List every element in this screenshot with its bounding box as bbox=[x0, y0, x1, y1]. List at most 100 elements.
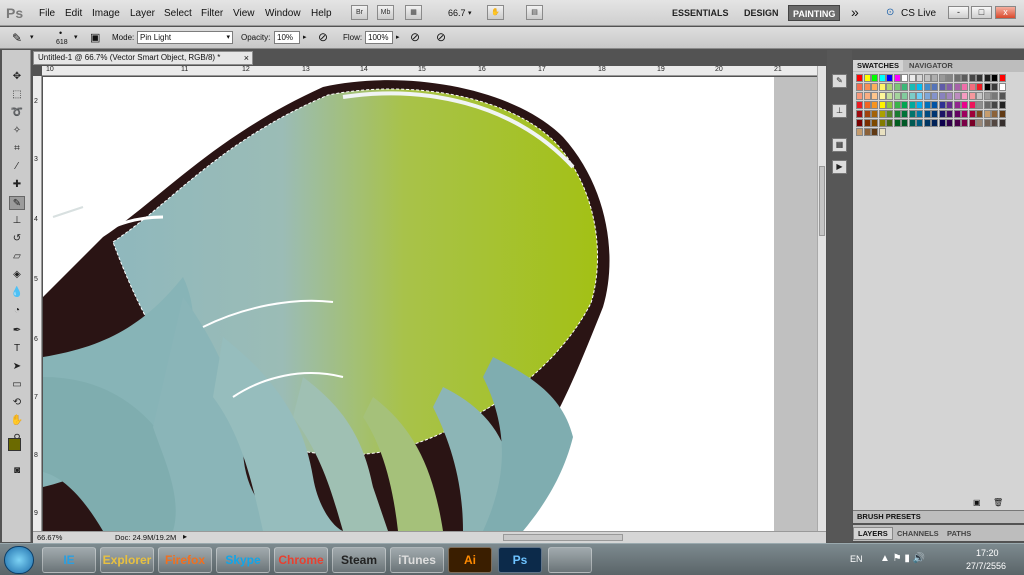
color-swatch[interactable] bbox=[878, 92, 886, 100]
color-swatch[interactable] bbox=[946, 110, 953, 118]
rectangle-tool-icon[interactable]: ▭ bbox=[9, 378, 25, 392]
color-swatch[interactable] bbox=[871, 74, 878, 82]
menu-select[interactable]: Select bbox=[164, 8, 192, 19]
minimize-button[interactable]: - bbox=[948, 6, 969, 19]
cs-live-button[interactable]: CS Live bbox=[901, 8, 936, 19]
color-swatch[interactable] bbox=[976, 92, 983, 100]
color-swatch[interactable] bbox=[893, 110, 901, 118]
color-swatch[interactable] bbox=[968, 101, 976, 109]
color-swatch[interactable] bbox=[983, 92, 991, 100]
taskbar-ie[interactable]: IE bbox=[42, 547, 96, 573]
hand-tool-icon[interactable]: ✋ bbox=[487, 5, 504, 20]
color-swatch[interactable] bbox=[893, 92, 901, 100]
lasso-tool-icon[interactable]: ➰ bbox=[9, 106, 25, 120]
color-swatch[interactable] bbox=[916, 83, 923, 91]
type-tool-icon[interactable]: T bbox=[9, 342, 25, 356]
color-swatch[interactable] bbox=[886, 110, 893, 118]
horizontal-scrollbar[interactable] bbox=[503, 534, 623, 541]
color-swatch[interactable] bbox=[953, 92, 961, 100]
color-swatch[interactable] bbox=[871, 101, 878, 109]
color-swatch[interactable] bbox=[991, 92, 998, 100]
restore-button[interactable]: □ bbox=[971, 6, 992, 19]
color-swatch[interactable] bbox=[908, 92, 916, 100]
color-swatch[interactable] bbox=[976, 83, 983, 91]
airbrush-icon[interactable]: ⊘ bbox=[410, 30, 420, 44]
color-swatch[interactable] bbox=[983, 83, 991, 91]
color-swatch[interactable] bbox=[856, 101, 863, 109]
taskbar-app[interactable] bbox=[548, 547, 592, 573]
workspace-essentials[interactable]: ESSENTIALS bbox=[668, 5, 733, 21]
history-brush-tool-icon[interactable]: ↺ bbox=[9, 232, 25, 246]
color-swatch[interactable] bbox=[938, 83, 946, 91]
close-tab-icon[interactable]: × bbox=[244, 52, 249, 64]
color-swatch[interactable] bbox=[998, 92, 1006, 100]
flow-slider-icon[interactable]: ▸ bbox=[396, 33, 400, 41]
color-swatch[interactable] bbox=[953, 119, 961, 127]
color-swatch[interactable] bbox=[931, 101, 938, 109]
color-swatch[interactable] bbox=[961, 74, 968, 82]
tab-navigator[interactable]: NAVIGATOR bbox=[905, 60, 957, 71]
color-swatch[interactable] bbox=[931, 110, 938, 118]
quick-selection-tool-icon[interactable]: ✧ bbox=[9, 124, 25, 138]
eyedropper-tool-icon[interactable]: ⁄ bbox=[9, 160, 25, 174]
brush-tip-icon[interactable]: • bbox=[59, 28, 62, 38]
color-swatch[interactable] bbox=[923, 83, 931, 91]
color-swatch[interactable] bbox=[901, 92, 908, 100]
color-swatch[interactable] bbox=[998, 119, 1006, 127]
color-swatch[interactable] bbox=[886, 74, 893, 82]
menu-window[interactable]: Window bbox=[265, 8, 301, 19]
color-swatch[interactable] bbox=[983, 119, 991, 127]
color-swatch[interactable] bbox=[916, 92, 923, 100]
color-swatch[interactable] bbox=[901, 74, 908, 82]
vertical-scrollbar[interactable] bbox=[817, 66, 826, 531]
chevron-down-icon[interactable]: ▾ bbox=[468, 9, 472, 17]
blend-mode-select[interactable]: Pin Light ▾ bbox=[137, 31, 233, 44]
tab-brush-presets[interactable]: BRUSH PRESETS bbox=[853, 511, 925, 522]
color-swatch[interactable] bbox=[908, 119, 916, 127]
color-swatch[interactable] bbox=[878, 83, 886, 91]
blur-tool-icon[interactable]: 💧 bbox=[9, 286, 25, 300]
scrollbar-thumb[interactable] bbox=[819, 166, 825, 236]
tray-icons[interactable]: ▲ ⚑ ▮ 🔊 bbox=[880, 553, 925, 564]
taskbar-steam[interactable]: Steam bbox=[332, 547, 386, 573]
color-swatch[interactable] bbox=[968, 119, 976, 127]
color-swatch[interactable] bbox=[908, 101, 916, 109]
color-swatch[interactable] bbox=[983, 101, 991, 109]
foreground-color-swatch[interactable] bbox=[8, 438, 21, 451]
color-swatch[interactable] bbox=[856, 128, 863, 136]
color-swatch[interactable] bbox=[871, 83, 878, 91]
color-swatch[interactable] bbox=[871, 110, 878, 118]
color-swatch[interactable] bbox=[878, 119, 886, 127]
color-swatch[interactable] bbox=[998, 110, 1006, 118]
color-swatch[interactable] bbox=[961, 119, 968, 127]
color-swatch[interactable] bbox=[946, 119, 953, 127]
canvas[interactable] bbox=[43, 77, 774, 531]
brush-presets-panel[interactable]: BRUSH PRESETS bbox=[853, 510, 1024, 523]
color-swatch[interactable] bbox=[871, 128, 878, 136]
extras-icon[interactable]: ▦ bbox=[405, 5, 422, 20]
pen-tool-icon[interactable]: ✒ bbox=[9, 324, 25, 338]
close-button[interactable]: x bbox=[995, 6, 1016, 19]
color-swatch[interactable] bbox=[998, 101, 1006, 109]
actions-panel-icon[interactable]: ▶ bbox=[832, 160, 847, 174]
color-swatch[interactable] bbox=[931, 119, 938, 127]
taskbar-photoshop[interactable]: Ps bbox=[498, 547, 542, 573]
color-swatch[interactable] bbox=[998, 74, 1006, 82]
color-swatch[interactable] bbox=[976, 101, 983, 109]
color-swatch[interactable] bbox=[938, 92, 946, 100]
taskbar-illustrator[interactable]: Ai bbox=[448, 547, 492, 573]
color-swatch[interactable] bbox=[878, 101, 886, 109]
taskbar-itunes[interactable]: iTunes bbox=[390, 547, 444, 573]
zoom-status[interactable]: 66.67% bbox=[37, 533, 62, 542]
color-swatch[interactable] bbox=[908, 83, 916, 91]
color-swatch[interactable] bbox=[863, 92, 871, 100]
color-swatch[interactable] bbox=[871, 119, 878, 127]
brush-panel-icon[interactable]: ✎ bbox=[832, 74, 847, 88]
color-swatch[interactable] bbox=[863, 74, 871, 82]
color-swatch[interactable] bbox=[946, 92, 953, 100]
healing-brush-tool-icon[interactable]: ✚ bbox=[9, 178, 25, 192]
chevron-down-icon[interactable]: ▾ bbox=[74, 33, 78, 41]
taskbar-explorer[interactable]: Explorer bbox=[100, 547, 154, 573]
opacity-slider-icon[interactable]: ▸ bbox=[303, 33, 307, 41]
color-swatch[interactable] bbox=[931, 92, 938, 100]
